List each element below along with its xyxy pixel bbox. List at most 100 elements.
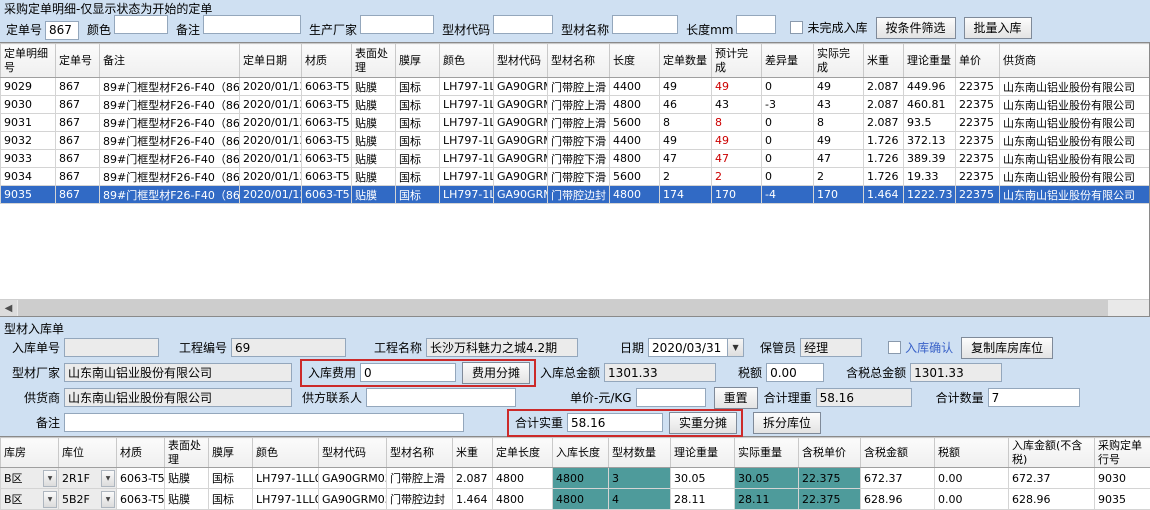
tax-field[interactable]: 0.00: [766, 363, 824, 382]
grid-cell[interactable]: 89#门框型材F26-F40（866+867）: [100, 114, 240, 132]
grid-cell[interactable]: 30.05: [671, 468, 735, 489]
grid-cell[interactable]: 9035: [1, 186, 56, 204]
grid-cell[interactable]: 2020/01/13: [240, 96, 302, 114]
grid-cell[interactable]: 贴膜: [352, 186, 396, 204]
unfinished-inbound-checkbox[interactable]: [790, 21, 803, 34]
grid-cell[interactable]: 门带腔上滑: [548, 114, 610, 132]
inbound-table-header-5[interactable]: 颜色: [253, 438, 319, 468]
grid-cell[interactable]: 2020/01/13: [240, 78, 302, 96]
filter-input-6[interactable]: [736, 15, 776, 34]
chevron-down-icon[interactable]: ▼: [101, 470, 115, 487]
grid-cell[interactable]: 4800: [610, 150, 660, 168]
grid-cell[interactable]: 6063-T5: [117, 468, 165, 489]
order-table-header-3[interactable]: 定单日期: [240, 44, 302, 78]
grid-cell[interactable]: 89#门框型材F26-F40（866+867）: [100, 150, 240, 168]
grid-cell[interactable]: 门带腔下滑: [548, 150, 610, 168]
order-table-header-14[interactable]: 实际完成: [814, 44, 864, 78]
grid-cell[interactable]: 0: [762, 114, 814, 132]
total-qty-field[interactable]: 7: [988, 388, 1080, 407]
grid-cell[interactable]: 867: [56, 132, 100, 150]
grid-cell[interactable]: LH797-1LL0: [440, 78, 494, 96]
filter-input-2[interactable]: [203, 15, 301, 34]
grid-cell[interactable]: 2.087: [864, 114, 904, 132]
grid-cell[interactable]: 867: [56, 168, 100, 186]
grid-cell[interactable]: 49: [814, 78, 864, 96]
unit-price-field[interactable]: [636, 388, 706, 407]
inbound-table-header-13[interactable]: 实际重量: [735, 438, 799, 468]
inbound-table-header-16[interactable]: 税额: [935, 438, 1009, 468]
order-table-header-0[interactable]: 定单明细号: [1, 44, 56, 78]
grid-cell[interactable]: 国标: [396, 96, 440, 114]
grid-cell[interactable]: 449.96: [904, 78, 956, 96]
weight-split-button[interactable]: 实重分摊: [669, 412, 737, 434]
grid-cell[interactable]: 19.33: [904, 168, 956, 186]
grid-cell[interactable]: 4800: [553, 468, 609, 489]
grid-cell[interactable]: 867: [56, 186, 100, 204]
table-row[interactable]: 903186789#门框型材F26-F40（866+867）2020/01/13…: [1, 114, 1150, 132]
grid-cell[interactable]: B区▼: [1, 468, 59, 489]
grid-cell[interactable]: LH797-1LL0: [440, 114, 494, 132]
grid-cell[interactable]: GA90GRM03: [494, 96, 548, 114]
grid-cell[interactable]: 1.726: [864, 150, 904, 168]
table-row[interactable]: B区▼2R1F▼6063-T5贴膜国标LH797-1LL0GA90GRM03门带…: [1, 468, 1150, 489]
date-field[interactable]: 2020/03/31 ▼: [648, 338, 744, 357]
total-actual-weight-field[interactable]: 58.16: [567, 413, 663, 432]
grid-cell[interactable]: 2020/01/13: [240, 114, 302, 132]
grid-cell[interactable]: 43: [814, 96, 864, 114]
grid-cell[interactable]: 9029: [1, 78, 56, 96]
order-table-header-18[interactable]: 供货商: [1000, 44, 1150, 78]
grid-cell[interactable]: 174: [660, 186, 712, 204]
grid-cell[interactable]: 山东南山铝业股份有限公司: [1000, 150, 1150, 168]
grid-cell[interactable]: 93.5: [904, 114, 956, 132]
filter-input-5[interactable]: [612, 15, 678, 34]
grid-cell[interactable]: 6063-T5: [302, 150, 352, 168]
grid-cell[interactable]: 2020/01/13: [240, 168, 302, 186]
grid-cell[interactable]: 867: [56, 96, 100, 114]
grid-cell[interactable]: 2: [712, 168, 762, 186]
grid-cell[interactable]: GA90GRM04: [494, 150, 548, 168]
grid-cell[interactable]: 国标: [396, 150, 440, 168]
table-row[interactable]: 902986789#门框型材F26-F40（866+867）2020/01/13…: [1, 78, 1150, 96]
order-table-header-6[interactable]: 膜厚: [396, 44, 440, 78]
inbound-table-header-17[interactable]: 入库金额(不含税): [1009, 438, 1095, 468]
grid-cell[interactable]: 460.81: [904, 96, 956, 114]
grid-cell[interactable]: 6063-T5: [302, 168, 352, 186]
grid-cell[interactable]: LH797-1LL0: [440, 132, 494, 150]
grid-cell[interactable]: 9034: [1, 168, 56, 186]
grid-cell[interactable]: 4800: [493, 468, 553, 489]
inbound-table-header-2[interactable]: 材质: [117, 438, 165, 468]
grid-cell[interactable]: 9030: [1095, 468, 1150, 489]
grid-cell[interactable]: 372.13: [904, 132, 956, 150]
table-row[interactable]: 903086789#门框型材F26-F40（866+867）2020/01/13…: [1, 96, 1150, 114]
grid-cell[interactable]: LH797-1LL0: [440, 168, 494, 186]
order-table-header-7[interactable]: 颜色: [440, 44, 494, 78]
inbound-table-header-9[interactable]: 定单长度: [493, 438, 553, 468]
grid-cell[interactable]: 4800: [610, 96, 660, 114]
keeper-field[interactable]: 经理: [800, 338, 862, 357]
grid-cell[interactable]: 山东南山铝业股份有限公司: [1000, 132, 1150, 150]
inbound-confirm-checkbox[interactable]: [888, 341, 901, 354]
grid-cell[interactable]: 门带腔上滑: [548, 96, 610, 114]
inbound-table-header-14[interactable]: 含税单价: [799, 438, 861, 468]
order-table-header-10[interactable]: 长度: [610, 44, 660, 78]
grid-cell[interactable]: 22375: [956, 150, 1000, 168]
table-row[interactable]: 903586789#门框型材F26-F40（866+867）2020/01/13…: [1, 186, 1150, 204]
total-amount-field[interactable]: 1301.33: [604, 363, 716, 382]
fee-split-button[interactable]: 费用分摊: [462, 362, 530, 384]
grid-cell[interactable]: 国标: [396, 132, 440, 150]
grid-cell[interactable]: 22375: [956, 78, 1000, 96]
inbound-table-header-6[interactable]: 型材代码: [319, 438, 387, 468]
grid-cell[interactable]: 672.37: [861, 468, 935, 489]
grid-cell[interactable]: 49: [712, 132, 762, 150]
grid-cell[interactable]: 43: [712, 96, 762, 114]
total-with-tax-field[interactable]: 1301.33: [910, 363, 1002, 382]
grid-cell[interactable]: 5600: [610, 168, 660, 186]
supplier-contact-field[interactable]: [366, 388, 516, 407]
grid-cell[interactable]: 22375: [956, 114, 1000, 132]
grid-cell[interactable]: 2020/01/13: [240, 150, 302, 168]
grid-cell[interactable]: 门带腔下滑: [548, 168, 610, 186]
grid-cell[interactable]: 8: [660, 114, 712, 132]
grid-cell[interactable]: 2: [814, 168, 864, 186]
grid-cell[interactable]: 30.05: [735, 468, 799, 489]
inbound-table-header-7[interactable]: 型材名称: [387, 438, 453, 468]
